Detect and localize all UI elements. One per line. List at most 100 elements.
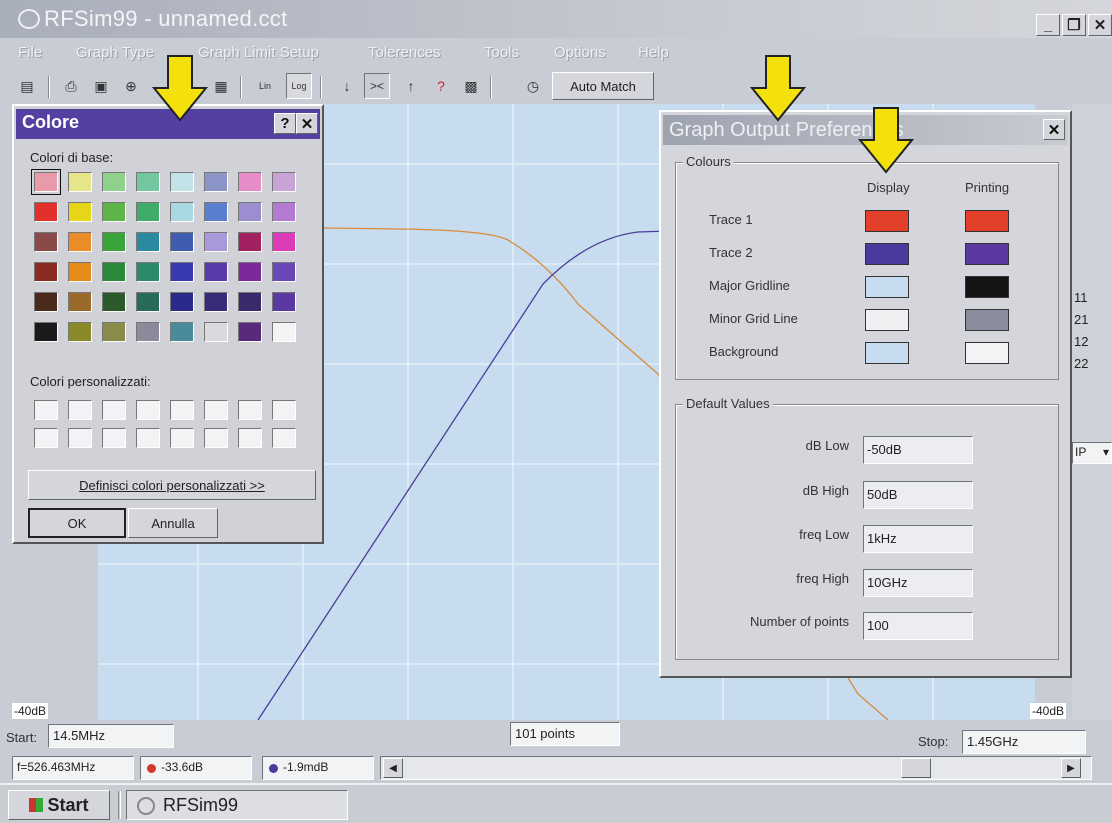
menu-help[interactable]: Help bbox=[638, 44, 669, 61]
arrow-down-icon[interactable]: ↓ bbox=[334, 73, 360, 99]
log-scale-button[interactable]: Log bbox=[286, 73, 312, 99]
basic-color-swatch[interactable] bbox=[136, 172, 160, 192]
basic-color-swatch[interactable] bbox=[272, 322, 296, 342]
custom-color-swatch[interactable] bbox=[34, 428, 58, 448]
define-custom-colors-button[interactable]: Definisci colori personalizzati >> bbox=[28, 470, 316, 500]
graph-icon[interactable]: ▣ bbox=[88, 73, 114, 99]
basic-color-swatch[interactable] bbox=[238, 262, 262, 282]
close-button[interactable]: ✕ bbox=[1088, 14, 1112, 36]
basic-color-swatch[interactable] bbox=[170, 262, 194, 282]
basic-color-swatch[interactable] bbox=[238, 202, 262, 222]
timer-icon[interactable]: ◷ bbox=[520, 73, 546, 99]
custom-color-swatch[interactable] bbox=[136, 400, 160, 420]
s12-label[interactable]: 12 bbox=[1074, 334, 1088, 349]
background-display-swatch[interactable] bbox=[865, 342, 909, 364]
custom-color-swatch[interactable] bbox=[272, 400, 296, 420]
minor-gridline-printing-swatch[interactable] bbox=[965, 309, 1009, 331]
background-printing-swatch[interactable] bbox=[965, 342, 1009, 364]
minimize-button[interactable]: _ bbox=[1036, 14, 1060, 36]
custom-color-swatch[interactable] bbox=[170, 428, 194, 448]
basic-color-swatch[interactable] bbox=[170, 292, 194, 312]
basic-color-swatch[interactable] bbox=[136, 202, 160, 222]
colore-close-button[interactable]: ✕ bbox=[296, 113, 318, 134]
auto-match-button[interactable]: Auto Match bbox=[552, 72, 654, 100]
basic-color-swatch[interactable] bbox=[102, 322, 126, 342]
menu-file[interactable]: File bbox=[18, 44, 42, 61]
custom-color-swatch[interactable] bbox=[102, 428, 126, 448]
basic-color-swatch[interactable] bbox=[102, 172, 126, 192]
annulla-button[interactable]: Annulla bbox=[128, 508, 218, 538]
menu-options[interactable]: Options bbox=[554, 44, 606, 61]
basic-color-swatch[interactable] bbox=[272, 172, 296, 192]
basic-color-swatch[interactable] bbox=[102, 292, 126, 312]
basic-color-swatch[interactable] bbox=[34, 322, 58, 342]
menu-tolerences[interactable]: Tolerences bbox=[368, 44, 441, 61]
print-icon[interactable]: ⎙ bbox=[58, 73, 84, 99]
trace1-printing-swatch[interactable] bbox=[965, 210, 1009, 232]
menu-graph-limit-setup[interactable]: Graph Limit Setup bbox=[198, 44, 319, 61]
basic-color-swatch[interactable] bbox=[68, 262, 92, 282]
taskbar-rfsim99-button[interactable]: RFSim99 bbox=[126, 790, 348, 820]
basic-color-swatch[interactable] bbox=[170, 202, 194, 222]
major-gridline-printing-swatch[interactable] bbox=[965, 276, 1009, 298]
custom-color-swatch[interactable] bbox=[136, 428, 160, 448]
basic-color-swatch[interactable] bbox=[68, 232, 92, 252]
stop-frequency-input[interactable]: 1.45GHz bbox=[962, 730, 1086, 754]
scroll-thumb[interactable] bbox=[901, 758, 931, 778]
db-low-input[interactable]: -50dB bbox=[863, 436, 973, 464]
basic-color-swatch[interactable] bbox=[34, 232, 58, 252]
basic-color-swatch[interactable] bbox=[68, 202, 92, 222]
basic-color-swatch[interactable] bbox=[31, 169, 61, 195]
side-dropdown[interactable]: IP ▾ bbox=[1072, 442, 1112, 464]
basic-color-swatch[interactable] bbox=[170, 232, 194, 252]
major-gridline-display-swatch[interactable] bbox=[865, 276, 909, 298]
basic-color-swatch[interactable] bbox=[68, 322, 92, 342]
scroll-left-icon[interactable]: ◀ bbox=[383, 758, 403, 778]
basic-color-swatch[interactable] bbox=[238, 172, 262, 192]
prefs-close-button[interactable]: ✕ bbox=[1043, 119, 1065, 140]
basic-color-swatch[interactable] bbox=[238, 232, 262, 252]
basic-color-swatch[interactable] bbox=[102, 202, 126, 222]
colore-help-button[interactable]: ? bbox=[274, 113, 296, 134]
basic-color-swatch[interactable] bbox=[34, 202, 58, 222]
menu-tools[interactable]: Tools bbox=[484, 44, 519, 61]
custom-color-swatch[interactable] bbox=[102, 400, 126, 420]
menu-graph-type[interactable]: Graph Type bbox=[76, 44, 154, 61]
horizontal-scrollbar[interactable]: ◀ ▶ bbox=[380, 756, 1092, 780]
s22-label[interactable]: 22 bbox=[1074, 356, 1088, 371]
maximize-button[interactable]: ❐ bbox=[1062, 14, 1086, 36]
basic-color-swatch[interactable] bbox=[272, 292, 296, 312]
trace2-display-swatch[interactable] bbox=[865, 243, 909, 265]
trace1-display-swatch[interactable] bbox=[865, 210, 909, 232]
scroll-right-icon[interactable]: ▶ bbox=[1061, 758, 1081, 778]
minor-gridline-display-swatch[interactable] bbox=[865, 309, 909, 331]
basic-color-swatch[interactable] bbox=[102, 232, 126, 252]
db-high-input[interactable]: 50dB bbox=[863, 481, 973, 509]
ok-button[interactable]: OK bbox=[28, 508, 126, 538]
custom-color-swatch[interactable] bbox=[204, 428, 228, 448]
start-frequency-input[interactable]: 14.5MHz bbox=[48, 724, 174, 748]
basic-color-swatch[interactable] bbox=[204, 232, 228, 252]
basic-color-swatch[interactable] bbox=[136, 262, 160, 282]
number-of-points-input[interactable]: 100 bbox=[863, 612, 973, 640]
custom-color-swatch[interactable] bbox=[68, 400, 92, 420]
lin-scale-button[interactable]: Lin bbox=[252, 73, 278, 99]
basic-color-swatch[interactable] bbox=[102, 262, 126, 282]
custom-color-swatch[interactable] bbox=[170, 400, 194, 420]
basic-color-swatch[interactable] bbox=[272, 202, 296, 222]
custom-color-swatch[interactable] bbox=[238, 400, 262, 420]
basic-color-swatch[interactable] bbox=[68, 172, 92, 192]
custom-color-swatch[interactable] bbox=[238, 428, 262, 448]
custom-color-swatch[interactable] bbox=[34, 400, 58, 420]
freq-high-input[interactable]: 10GHz bbox=[863, 569, 973, 597]
zoom-in-icon[interactable]: >< bbox=[364, 73, 390, 99]
arrow-up-icon[interactable]: ↑ bbox=[398, 73, 424, 99]
basic-color-swatch[interactable] bbox=[272, 262, 296, 282]
custom-color-swatch[interactable] bbox=[204, 400, 228, 420]
basic-color-swatch[interactable] bbox=[136, 322, 160, 342]
basic-color-swatch[interactable] bbox=[272, 232, 296, 252]
network-icon[interactable]: ⊕ bbox=[118, 73, 144, 99]
basic-color-swatch[interactable] bbox=[204, 322, 228, 342]
trace2-printing-swatch[interactable] bbox=[965, 243, 1009, 265]
custom-color-swatch[interactable] bbox=[272, 428, 296, 448]
